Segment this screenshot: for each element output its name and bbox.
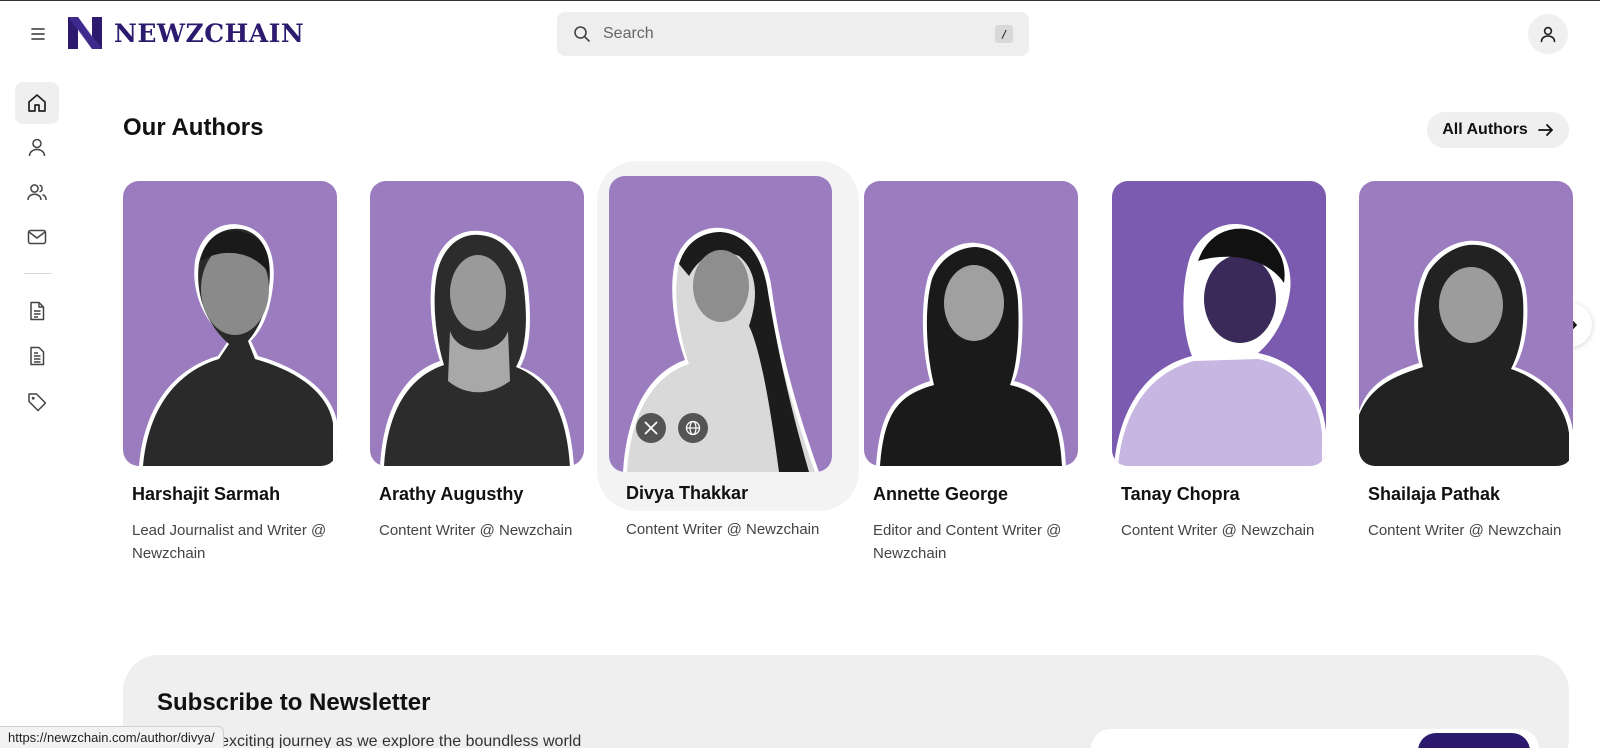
- menu-button[interactable]: [26, 23, 50, 45]
- logo-mark-icon: [68, 17, 102, 49]
- author-photo: [1359, 181, 1573, 466]
- search-bar[interactable]: /: [557, 12, 1029, 56]
- sidebar-item-mail[interactable]: [15, 216, 59, 258]
- arrow-right-icon: [1537, 124, 1553, 136]
- author-card[interactable]: Shailaja Pathak Content Writer @ Newzcha…: [1359, 181, 1573, 542]
- section-title: Our Authors: [123, 114, 264, 141]
- sidebar-item-authors[interactable]: [15, 171, 59, 213]
- sidebar-item-tags[interactable]: [15, 381, 59, 423]
- search-shortcut-key: /: [995, 25, 1013, 43]
- globe-icon: [685, 420, 701, 436]
- x-twitter-link[interactable]: [636, 413, 666, 443]
- all-authors-label: All Authors: [1442, 121, 1528, 138]
- author-name: Harshajit Sarmah: [132, 484, 281, 504]
- logo[interactable]: NEWZCHAIN: [66, 15, 304, 51]
- search-input[interactable]: [603, 25, 983, 43]
- author-photo: [123, 181, 337, 466]
- users-icon: [27, 184, 47, 201]
- search-icon: [574, 26, 590, 42]
- author-role: Content Writer @ Newzchain: [379, 522, 573, 539]
- user-icon: [1540, 26, 1556, 43]
- author-card[interactable]: Harshajit Sarmah Lead Journalist and Wri…: [123, 181, 337, 565]
- home-icon: [28, 94, 46, 112]
- sidebar-item-home[interactable]: [15, 82, 59, 124]
- tag-icon: [28, 393, 47, 412]
- newsletter-title: Subscribe to Newsletter: [157, 689, 431, 716]
- author-role: Content Writer @ Newzchain: [626, 521, 820, 538]
- brand-name: NEWZCHAIN: [114, 18, 305, 48]
- user-icon: [28, 138, 46, 157]
- author-name: Arathy Augusthy: [379, 484, 524, 504]
- sidebar-item-pages[interactable]: [15, 335, 59, 377]
- author-card[interactable]: Divya Thakkar Content Writer @ Newzchain: [597, 161, 859, 541]
- author-photo: [370, 181, 584, 466]
- document-icon: [30, 301, 45, 321]
- profile-button[interactable]: [1528, 14, 1568, 54]
- document-list-icon: [30, 346, 45, 366]
- author-role: Content Writer @ Newzchain: [1368, 522, 1562, 539]
- x-twitter-icon: [644, 421, 658, 435]
- sidebar-item-articles[interactable]: [15, 290, 59, 332]
- author-name: Tanay Chopra: [1121, 484, 1240, 504]
- sidebar-item-profile[interactable]: [15, 126, 59, 168]
- author-name: Shailaja Pathak: [1368, 484, 1501, 504]
- author-photo: [864, 181, 1078, 466]
- newsletter-section: Subscribe to Newsletter Join this exciti…: [123, 655, 1569, 748]
- status-bar-url: https://newzchain.com/author/divya/: [0, 726, 224, 748]
- sidebar-divider: [24, 273, 52, 274]
- author-role: Editor and Content Writer @ Newzchain: [873, 522, 1062, 562]
- author-role: Content Writer @ Newzchain: [1121, 522, 1315, 539]
- hamburger-icon: [31, 28, 45, 40]
- newsletter-subscribe-button[interactable]: [1418, 733, 1530, 748]
- author-card[interactable]: Arathy Augusthy Content Writer @ Newzcha…: [370, 181, 584, 542]
- mail-icon: [27, 229, 47, 245]
- all-authors-button[interactable]: All Authors: [1427, 112, 1569, 148]
- author-card[interactable]: Annette George Editor and Content Writer…: [864, 181, 1078, 565]
- author-photo: [1112, 181, 1326, 466]
- author-name: Divya Thakkar: [626, 483, 749, 503]
- author-role: Lead Journalist and Writer @ Newzchain: [132, 522, 327, 562]
- website-link[interactable]: [678, 413, 708, 443]
- author-card[interactable]: Tanay Chopra Content Writer @ Newzchain: [1112, 181, 1326, 542]
- author-name: Annette George: [873, 484, 1009, 504]
